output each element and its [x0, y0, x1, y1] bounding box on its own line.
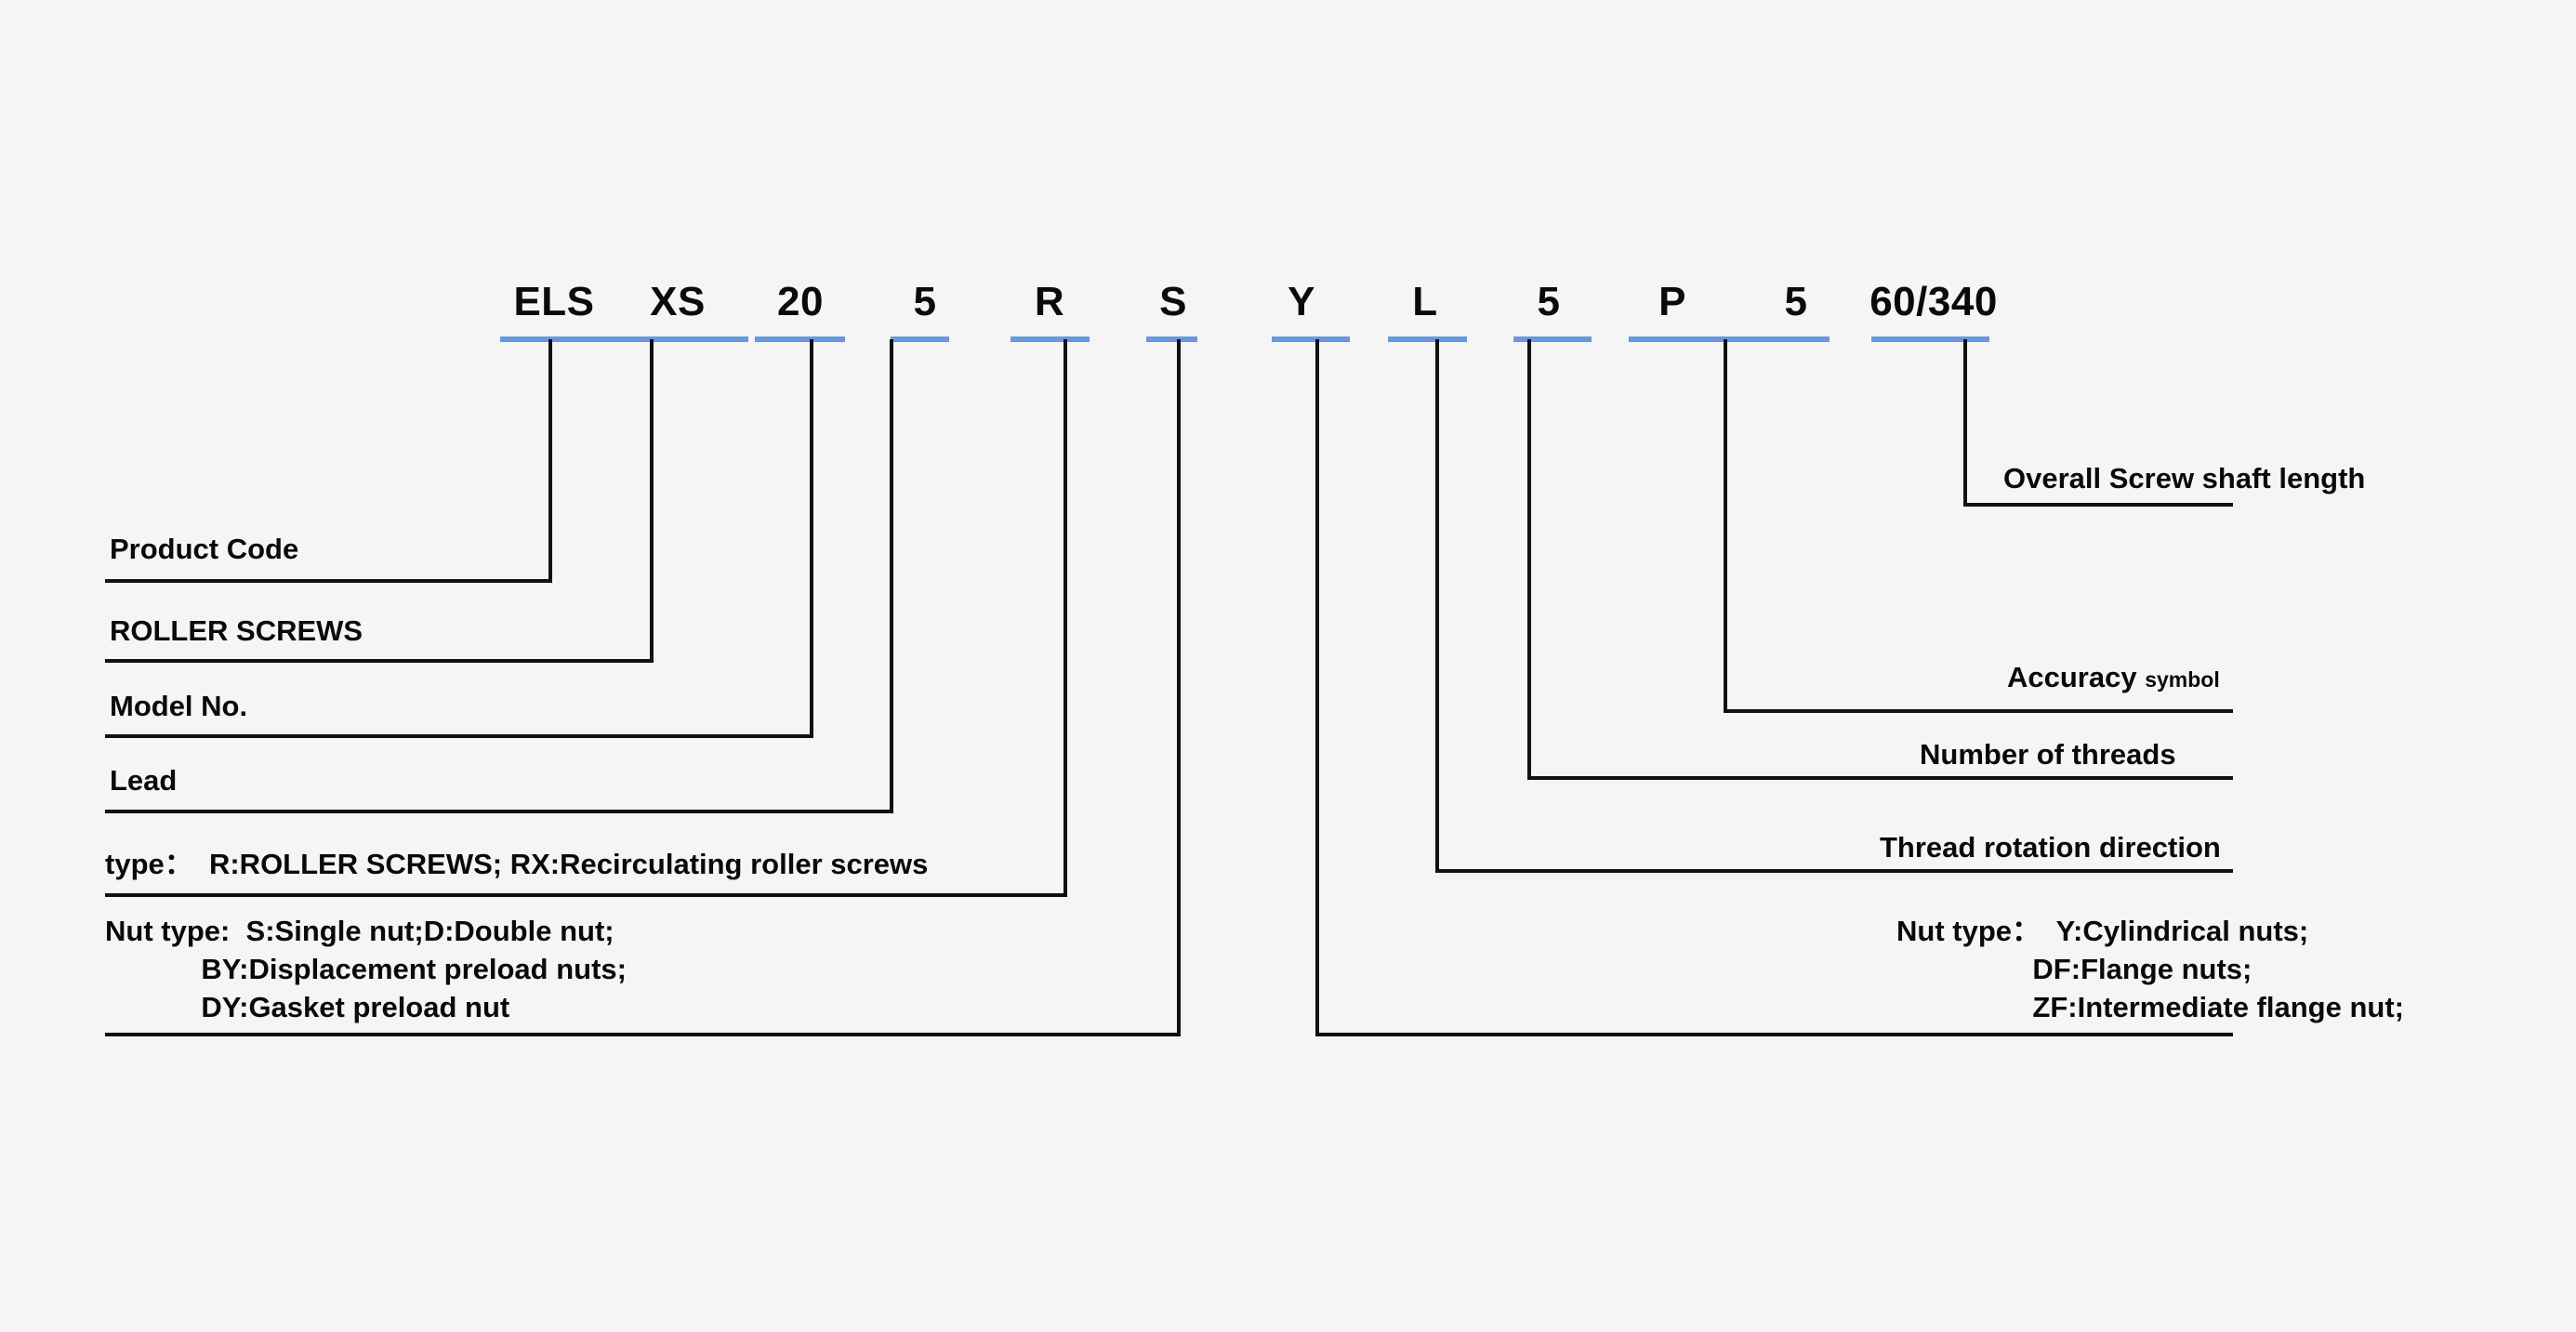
label-lead: Lead [110, 764, 178, 797]
label-overall-screw-shaft-length: Overall Screw shaft length [2003, 462, 2366, 495]
label-product-code: Product Code [110, 533, 299, 565]
nut-type-right-line-0: Nut type： Y:Cylindrical nuts; [1896, 915, 2309, 947]
nut-type-left-line-2: DY:Gasket preload nut [105, 990, 510, 1023]
leader-number-of-threads [1527, 339, 2233, 780]
label-accuracy-symbol-main: Accuracy [2007, 661, 2146, 693]
token-drop-lines-group [548, 339, 1967, 363]
code-token-9: P [1658, 279, 1686, 324]
label-model-no: Model No. [110, 690, 248, 722]
code-token-0: ELS [513, 279, 595, 324]
leader-accuracy-symbol [1724, 339, 2233, 713]
label-thread-rotation-direction: Thread rotation direction [1880, 831, 2221, 864]
label-number-of-threads: Number of threads [1920, 738, 2176, 771]
nut-type-right-line-1: DF:Flange nuts; [1896, 952, 2252, 985]
leader-lead [105, 339, 893, 813]
designation-code-diagram: ELS XS 20 5 R S Y L 5 P 5 60/340 Product Code ROLLER… [0, 0, 2576, 1332]
code-token-5: S [1159, 279, 1187, 324]
leader-thread-rotation [1435, 339, 2233, 873]
code-token-7: L [1412, 279, 1438, 324]
code-token-6: Y [1288, 279, 1315, 324]
label-accuracy-symbol-suffix: symbol [2145, 667, 2220, 692]
nut-type-left-line-0: Nut type: S:Single nut;D:Double nut; [105, 915, 614, 947]
label-nut-type-right: Nut type： Y:Cylindrical nuts; DF:Flange … [1896, 913, 2404, 1027]
label-type: type： R:ROLLER SCREWS; RX:Recirculating … [105, 848, 929, 880]
code-token-10: 5 [1784, 279, 1808, 324]
label-roller-screws: ROLLER SCREWS [110, 614, 363, 647]
code-token-4: R [1034, 279, 1065, 324]
label-accuracy-symbol: Accuracy symbol [2007, 660, 2220, 695]
code-token-3: 5 [913, 279, 937, 324]
nut-type-right-line-2: ZF:Intermediate flange nut; [1896, 990, 2404, 1023]
code-token-1: XS [650, 279, 706, 324]
label-nut-type-left: Nut type: S:Single nut;D:Double nut; BY:… [105, 913, 627, 1027]
code-token-11: 60/340 [1869, 279, 1998, 324]
code-token-2: 20 [777, 279, 824, 324]
nut-type-left-line-1: BY:Displacement preload nuts; [105, 952, 627, 985]
code-token-8: 5 [1537, 279, 1561, 324]
